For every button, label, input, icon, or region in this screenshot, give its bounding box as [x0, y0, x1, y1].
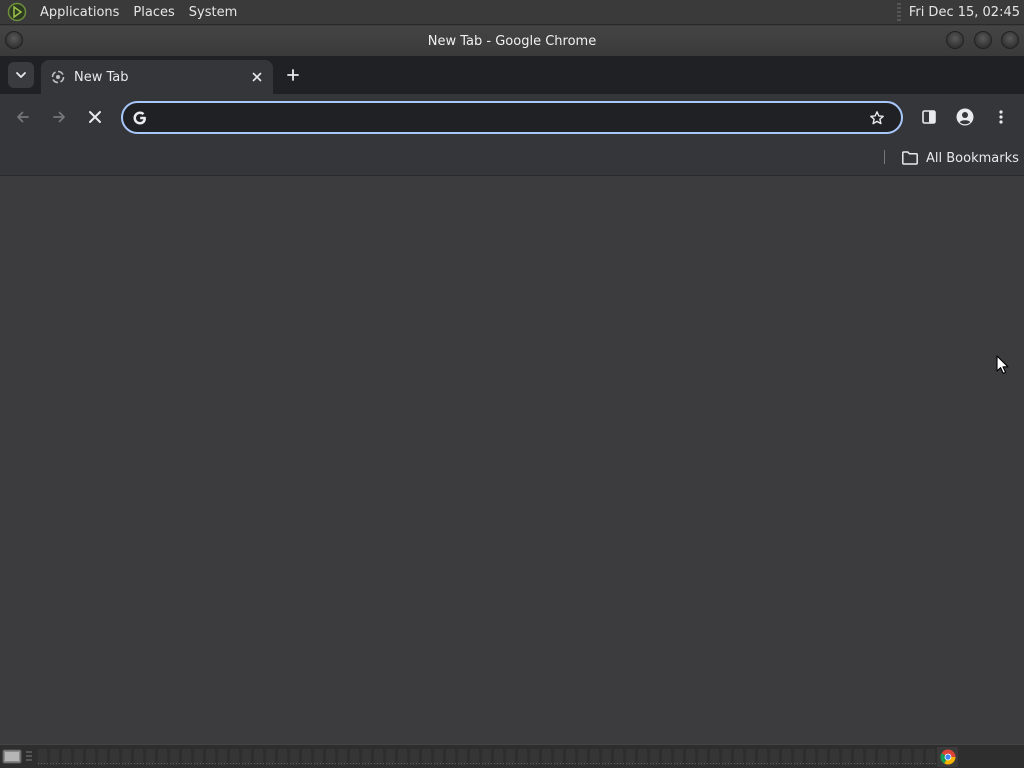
- avatar-icon: [956, 108, 974, 126]
- google-g-icon: [131, 109, 149, 127]
- maximize-button[interactable]: [974, 31, 992, 49]
- menu-system[interactable]: System: [182, 5, 244, 20]
- bookmark-star-button[interactable]: [865, 106, 889, 130]
- bookmarks-bar: All Bookmarks: [0, 140, 1024, 176]
- folder-icon: [901, 149, 919, 167]
- mouse-cursor-icon: [996, 355, 1009, 374]
- top-panel: Applications Places System Fri Dec 15, 0…: [0, 0, 1024, 25]
- distro-logo-icon[interactable]: [7, 2, 27, 22]
- window-title: New Tab - Google Chrome: [427, 33, 597, 49]
- all-bookmarks-label: All Bookmarks: [926, 150, 1019, 166]
- chrome-menu-button[interactable]: [989, 105, 1013, 129]
- arrow-right-icon: [53, 111, 65, 123]
- clock[interactable]: Fri Dec 15, 02:45: [909, 5, 1024, 20]
- loading-favicon-icon: [50, 69, 66, 85]
- arrow-left-icon: [17, 111, 29, 123]
- window-titlebar[interactable]: New Tab - Google Chrome: [0, 26, 1024, 56]
- chrome-taskbar-button[interactable]: [937, 747, 958, 767]
- bookmarks-separator: [884, 150, 885, 164]
- window-menu-button[interactable]: [5, 31, 23, 49]
- minimize-button[interactable]: [946, 31, 964, 49]
- page-content[interactable]: [0, 177, 1024, 744]
- plus-icon: [287, 69, 299, 81]
- close-icon: [89, 111, 101, 123]
- bottom-panel: [0, 744, 1024, 768]
- menu-applications[interactable]: Applications: [33, 5, 126, 20]
- close-window-button[interactable]: [1001, 31, 1019, 49]
- panel-separator: [896, 3, 901, 21]
- star-icon: [870, 110, 884, 124]
- chevron-down-icon: [16, 72, 26, 78]
- side-panel-icon: [922, 110, 936, 124]
- chrome-icon: [940, 749, 955, 765]
- tab-new-tab[interactable]: New Tab: [41, 60, 273, 94]
- panel-handle[interactable]: [26, 751, 32, 763]
- stop-loading-button[interactable]: [83, 105, 107, 129]
- omnibox-input[interactable]: [149, 103, 865, 132]
- forward-button[interactable]: [47, 105, 71, 129]
- browser-toolbar: [0, 94, 1024, 140]
- tab-strip: New Tab: [0, 56, 1024, 94]
- tab-close-button[interactable]: [247, 67, 267, 87]
- menu-places[interactable]: Places: [126, 5, 181, 20]
- address-bar[interactable]: [121, 101, 903, 134]
- back-button[interactable]: [11, 105, 35, 129]
- close-icon: [252, 72, 262, 82]
- tab-label: New Tab: [74, 69, 129, 85]
- side-panel-button[interactable]: [917, 105, 941, 129]
- kebab-menu-icon: [999, 110, 1003, 124]
- all-bookmarks-button[interactable]: All Bookmarks: [901, 146, 1019, 170]
- window-list[interactable]: [38, 749, 936, 765]
- show-desktop-icon[interactable]: [2, 748, 22, 766]
- new-tab-button[interactable]: [282, 64, 304, 86]
- profile-button[interactable]: [953, 105, 977, 129]
- tab-search-button[interactable]: [8, 62, 34, 88]
